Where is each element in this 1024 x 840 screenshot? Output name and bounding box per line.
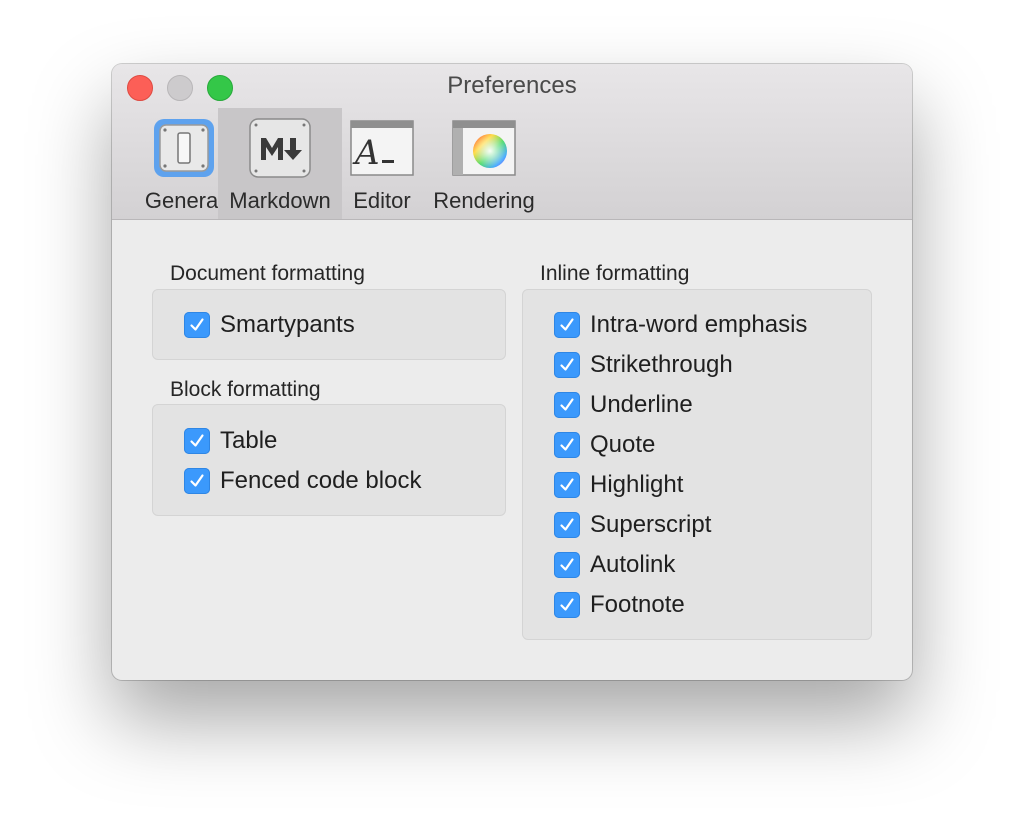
checkbox[interactable] (554, 432, 580, 458)
document-formatting-title: Document formatting (170, 262, 365, 285)
checkmark-icon (560, 358, 574, 371)
font-icon: A (349, 116, 415, 180)
option-footnote[interactable]: Footnote (554, 590, 685, 620)
option-label: Footnote (590, 591, 685, 618)
inline-formatting-title: Inline formatting (540, 262, 690, 285)
tab-general-label: General (144, 188, 224, 213)
checkmark-icon (560, 318, 574, 331)
option-table[interactable]: Table (184, 426, 277, 456)
option-label: Fenced code block (220, 467, 422, 494)
option-label: Underline (590, 391, 693, 418)
checkbox[interactable] (554, 472, 580, 498)
title-bar: Preferences General Markdown A Editor Re… (112, 64, 912, 220)
option-highlight[interactable]: Highlight (554, 470, 683, 500)
option-superscript[interactable]: Superscript (554, 510, 711, 540)
checkmark-icon (560, 478, 574, 491)
option-label: Highlight (590, 471, 684, 498)
document-formatting-group: Smartypants (152, 289, 506, 360)
checkbox[interactable] (184, 468, 210, 494)
color-wheel-icon (451, 116, 517, 180)
markdown-icon (247, 116, 313, 180)
option-label: Table (220, 427, 278, 454)
block-formatting-title: Block formatting (170, 378, 321, 401)
option-quote[interactable]: Quote (554, 430, 655, 460)
option-fenced-code-block[interactable]: Fenced code block (184, 466, 421, 496)
switch-icon (151, 116, 217, 180)
tab-markdown-label: Markdown (229, 188, 331, 213)
checkmark-icon (560, 398, 574, 411)
checkmark-icon (560, 438, 574, 451)
tab-rendering-label: Rendering (433, 188, 535, 213)
option-label: Intra-word emphasis (590, 311, 808, 338)
tab-editor-label: Editor (353, 188, 411, 213)
svg-text:A: A (352, 133, 380, 173)
checkbox[interactable] (554, 592, 580, 618)
checkbox[interactable] (554, 552, 580, 578)
option-autolink[interactable]: Autolink (554, 550, 675, 580)
checkmark-icon (190, 434, 204, 447)
option-intra-word-emphasis[interactable]: Intra-word emphasis (554, 310, 807, 340)
checkmark-icon (190, 474, 204, 487)
checkmark-icon (560, 598, 574, 611)
checkbox[interactable] (554, 512, 580, 538)
checkbox[interactable] (184, 312, 210, 338)
option-label: Autolink (590, 551, 676, 578)
tab-rendering[interactable]: Rendering (426, 108, 542, 219)
option-label: Superscript (590, 511, 712, 538)
inline-formatting-group: Intra-word emphasis Strikethrough Underl… (522, 289, 872, 640)
checkbox[interactable] (554, 352, 580, 378)
option-strikethrough[interactable]: Strikethrough (554, 350, 733, 380)
option-underline[interactable]: Underline (554, 390, 693, 420)
checkbox[interactable] (554, 312, 580, 338)
option-label: Quote (590, 431, 656, 458)
tab-editor[interactable]: A Editor (342, 108, 422, 219)
tab-markdown[interactable]: Markdown (218, 108, 342, 219)
preferences-window: Preferences General Markdown A Editor Re… (112, 64, 912, 680)
checkmark-icon (190, 318, 204, 331)
window-title: Preferences (447, 72, 577, 99)
option-label: Smartypants (220, 311, 355, 338)
option-label: Strikethrough (590, 351, 733, 378)
checkbox[interactable] (554, 392, 580, 418)
option-smartypants[interactable]: Smartypants (184, 310, 355, 340)
checkbox[interactable] (184, 428, 210, 454)
checkmark-icon (560, 558, 574, 571)
checkmark-icon (560, 518, 574, 531)
block-formatting-group: Table Fenced code block (152, 404, 506, 516)
